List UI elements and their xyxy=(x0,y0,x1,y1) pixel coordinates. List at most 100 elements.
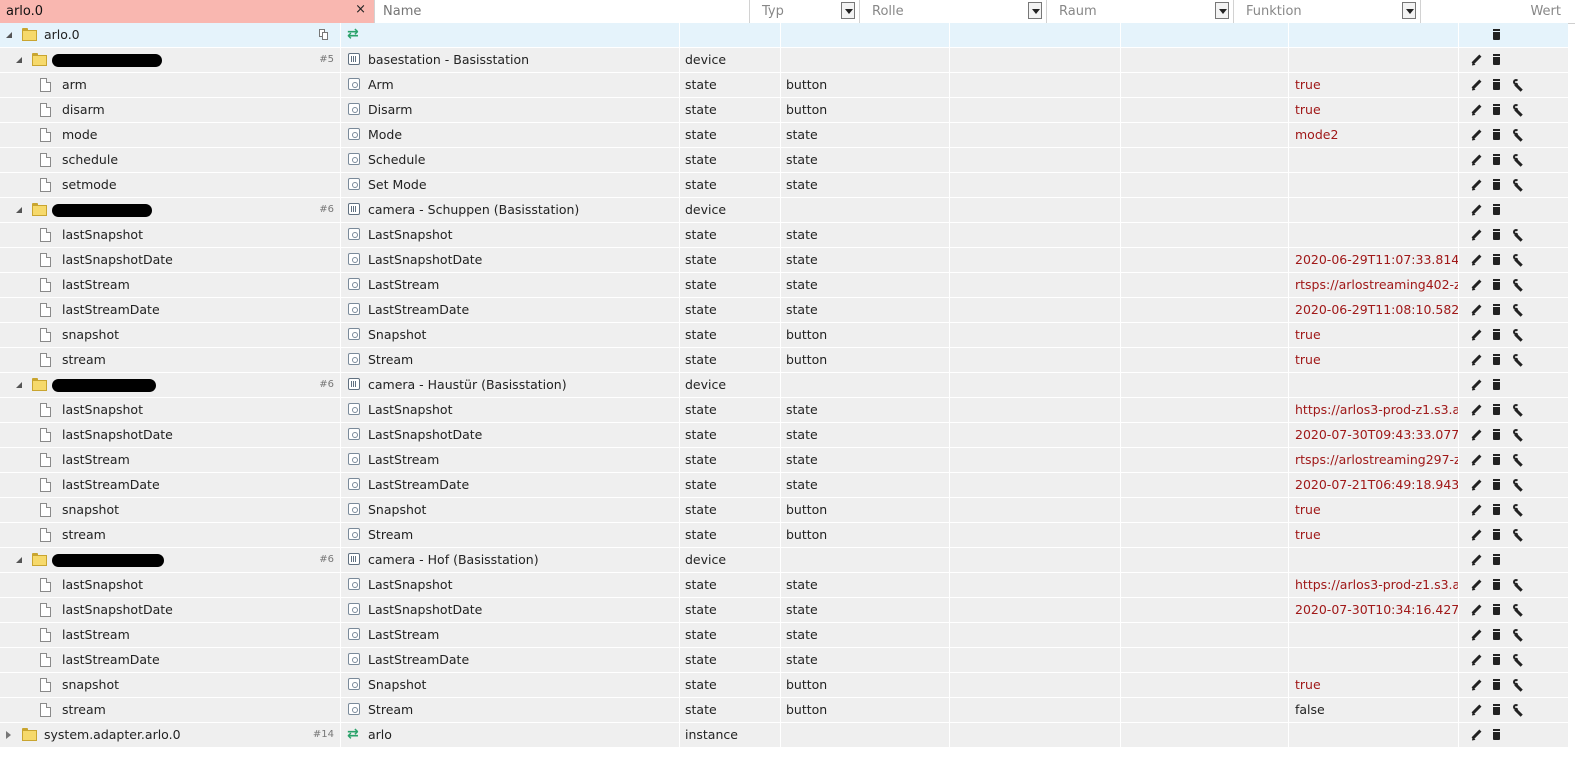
value-cell[interactable] xyxy=(1289,373,1459,397)
wrench-icon[interactable] xyxy=(1509,152,1525,168)
edit-icon[interactable] xyxy=(1468,377,1484,393)
edit-icon[interactable] xyxy=(1468,77,1484,93)
chevron-down-icon[interactable] xyxy=(1215,2,1229,19)
table-row[interactable]: lastStreamDate LastStreamDate state state xyxy=(0,648,1568,673)
delete-icon[interactable] xyxy=(1488,152,1504,168)
edit-icon[interactable] xyxy=(1468,652,1484,668)
edit-icon[interactable] xyxy=(1468,152,1484,168)
table-row[interactable]: snapshot Snapshot state button true xyxy=(0,498,1568,523)
value-cell[interactable]: true xyxy=(1289,498,1459,522)
delete-icon[interactable] xyxy=(1488,277,1504,293)
wrench-icon[interactable] xyxy=(1509,702,1525,718)
delete-icon[interactable] xyxy=(1488,652,1504,668)
edit-icon[interactable] xyxy=(1468,577,1484,593)
delete-icon[interactable] xyxy=(1488,127,1504,143)
edit-icon[interactable] xyxy=(1468,177,1484,193)
value-cell[interactable]: false xyxy=(1289,698,1459,722)
wrench-icon[interactable] xyxy=(1509,602,1525,618)
value-cell[interactable]: rtsps://arlostreaming297-z1- xyxy=(1289,448,1459,472)
value-cell[interactable]: true xyxy=(1289,323,1459,347)
wrench-icon[interactable] xyxy=(1509,577,1525,593)
edit-icon[interactable] xyxy=(1468,702,1484,718)
value-cell[interactable]: 2020-06-29T11:08:10.582Z xyxy=(1289,298,1459,322)
delete-icon[interactable] xyxy=(1488,527,1504,543)
table-row[interactable]: stream Stream state button true xyxy=(0,523,1568,548)
collapse-toggle-icon[interactable] xyxy=(16,207,22,213)
wrench-icon[interactable] xyxy=(1509,327,1525,343)
delete-icon[interactable] xyxy=(1488,677,1504,693)
table-row[interactable]: #6 camera - Schuppen (Basisstation) device xyxy=(0,198,1568,223)
table-row[interactable]: stream Stream state button true xyxy=(0,348,1568,373)
table-row[interactable]: #6 camera - Haustür (Basisstation) device xyxy=(0,373,1568,398)
table-row[interactable]: disarm Disarm state button true xyxy=(0,98,1568,123)
delete-icon[interactable] xyxy=(1488,577,1504,593)
edit-icon[interactable] xyxy=(1468,302,1484,318)
delete-icon[interactable] xyxy=(1488,202,1504,218)
edit-icon[interactable] xyxy=(1468,202,1484,218)
clear-filter-icon[interactable]: × xyxy=(355,2,366,17)
value-cell[interactable]: https://arlos3-prod-z1.s3.am xyxy=(1289,573,1459,597)
table-row[interactable]: lastSnapshotDate LastSnapshotDate state sta… xyxy=(0,423,1568,448)
delete-icon[interactable] xyxy=(1488,227,1504,243)
collapse-toggle-icon[interactable] xyxy=(16,57,22,63)
collapse-toggle-icon[interactable] xyxy=(16,557,22,563)
delete-icon[interactable] xyxy=(1488,252,1504,268)
delete-icon[interactable] xyxy=(1488,602,1504,618)
table-row[interactable]: #5 basestation - Basisstation device xyxy=(0,48,1568,73)
function-filter[interactable]: Funktion xyxy=(1234,0,1421,23)
value-cell[interactable]: https://arlos3-prod-z1.s3.am xyxy=(1289,398,1459,422)
wrench-icon[interactable] xyxy=(1509,252,1525,268)
value-cell[interactable] xyxy=(1289,148,1459,172)
value-cell[interactable]: 2020-07-21T06:49:18.943Z xyxy=(1289,473,1459,497)
wrench-icon[interactable] xyxy=(1509,277,1525,293)
delete-icon[interactable] xyxy=(1488,627,1504,643)
delete-icon[interactable] xyxy=(1488,327,1504,343)
value-cell[interactable]: true xyxy=(1289,348,1459,372)
value-cell[interactable] xyxy=(1289,173,1459,197)
edit-icon[interactable] xyxy=(1468,477,1484,493)
table-row[interactable]: lastStream LastStream state state rtsps://ar… xyxy=(0,448,1568,473)
name-filter-input[interactable] xyxy=(383,3,683,20)
delete-icon[interactable] xyxy=(1488,177,1504,193)
wrench-icon[interactable] xyxy=(1509,677,1525,693)
value-cell[interactable]: true xyxy=(1289,98,1459,122)
edit-icon[interactable] xyxy=(1468,602,1484,618)
table-row[interactable]: #6 camera - Hof (Basisstation) device xyxy=(0,548,1568,573)
edit-icon[interactable] xyxy=(1468,677,1484,693)
collapse-toggle-icon[interactable] xyxy=(16,382,22,388)
wrench-icon[interactable] xyxy=(1509,527,1525,543)
edit-icon[interactable] xyxy=(1468,252,1484,268)
value-cell[interactable] xyxy=(1289,648,1459,672)
table-row[interactable]: arm Arm state button true xyxy=(0,73,1568,98)
edit-icon[interactable] xyxy=(1468,552,1484,568)
table-row[interactable]: schedule Schedule state state xyxy=(0,148,1568,173)
table-row[interactable]: lastSnapshotDate LastSnapshotDate state sta… xyxy=(0,598,1568,623)
delete-icon[interactable] xyxy=(1488,377,1504,393)
delete-icon[interactable] xyxy=(1488,27,1504,43)
expand-toggle-icon[interactable] xyxy=(6,731,11,739)
edit-icon[interactable] xyxy=(1468,327,1484,343)
wrench-icon[interactable] xyxy=(1509,627,1525,643)
delete-icon[interactable] xyxy=(1488,702,1504,718)
wrench-icon[interactable] xyxy=(1509,77,1525,93)
wrench-icon[interactable] xyxy=(1509,302,1525,318)
role-filter[interactable]: Rolle xyxy=(860,0,1047,23)
delete-icon[interactable] xyxy=(1488,77,1504,93)
value-cell[interactable] xyxy=(1289,223,1459,247)
value-cell[interactable] xyxy=(1289,623,1459,647)
copy-icon[interactable] xyxy=(319,29,328,40)
type-filter[interactable]: Typ xyxy=(750,0,860,23)
edit-icon[interactable] xyxy=(1468,527,1484,543)
delete-icon[interactable] xyxy=(1488,427,1504,443)
value-cell[interactable] xyxy=(1289,548,1459,572)
edit-icon[interactable] xyxy=(1468,427,1484,443)
value-cell[interactable]: 2020-07-30T10:34:16.427Z xyxy=(1289,598,1459,622)
edit-icon[interactable] xyxy=(1468,277,1484,293)
wrench-icon[interactable] xyxy=(1509,452,1525,468)
wrench-icon[interactable] xyxy=(1509,427,1525,443)
delete-icon[interactable] xyxy=(1488,352,1504,368)
table-row[interactable]: arlo.0 ⇄ xyxy=(0,23,1568,48)
edit-icon[interactable] xyxy=(1468,502,1484,518)
delete-icon[interactable] xyxy=(1488,552,1504,568)
edit-icon[interactable] xyxy=(1468,452,1484,468)
